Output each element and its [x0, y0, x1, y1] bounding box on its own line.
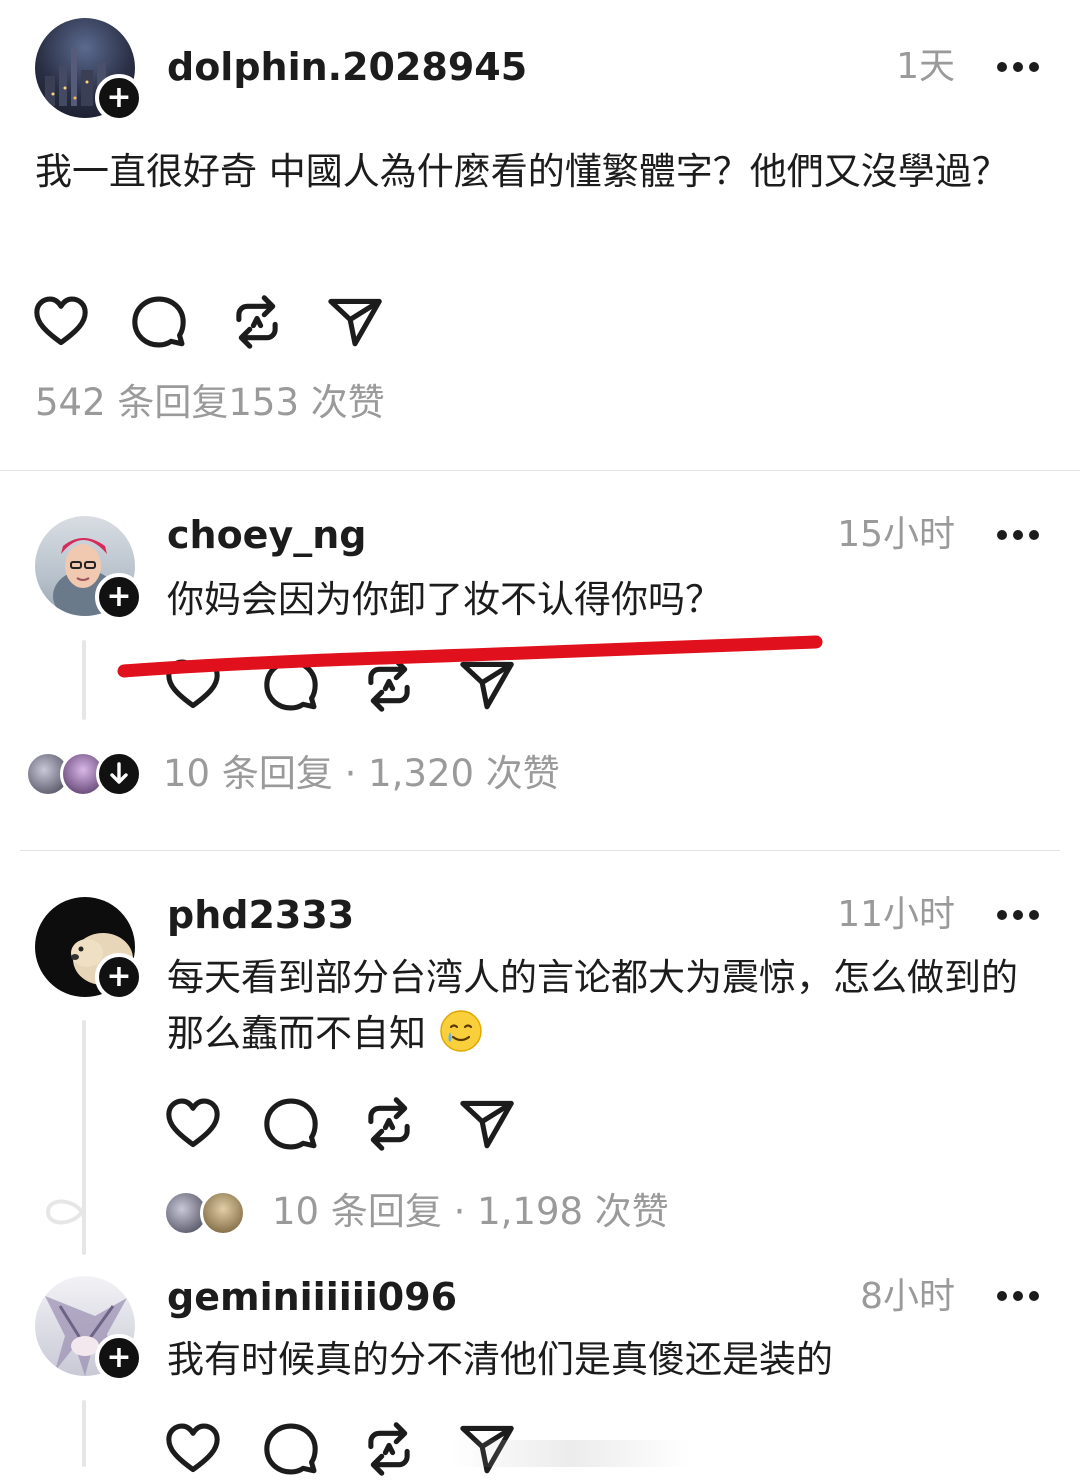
share-icon[interactable]: [458, 1095, 516, 1153]
comment-icon[interactable]: [262, 1420, 320, 1478]
comment-username[interactable]: choey_ng: [167, 512, 366, 558]
comment-time: 11小时: [837, 894, 955, 935]
more-icon[interactable]: [997, 62, 1041, 74]
watermark-blur: [450, 1440, 690, 1467]
post-stats[interactable]: 542 条回复153 次赞: [35, 380, 385, 426]
red-annotation-line: [117, 635, 823, 678]
comment-time: 8小时: [860, 1276, 955, 1317]
comment-icon[interactable]: [130, 293, 188, 351]
emoji-smile-tear: [440, 1010, 482, 1052]
divider: [0, 470, 1080, 471]
comment-time: 15小时: [837, 514, 955, 555]
comment-icon[interactable]: [262, 1095, 320, 1153]
post-username[interactable]: dolphin.2028945: [167, 44, 527, 90]
comment-stats[interactable]: 10 条回复 · 1,198 次赞: [272, 1189, 669, 1235]
post-time: 1天: [896, 46, 955, 87]
thread-line: [82, 640, 86, 720]
follow-plus-icon[interactable]: +: [95, 573, 143, 621]
more-icon[interactable]: [997, 530, 1041, 542]
heart-icon[interactable]: [164, 1095, 222, 1153]
comment-username[interactable]: geminiiiiii096: [167, 1274, 457, 1320]
repost-icon[interactable]: [360, 1420, 418, 1478]
follow-plus-icon[interactable]: +: [95, 953, 143, 1001]
follow-plus-icon[interactable]: +: [95, 74, 143, 122]
repost-icon[interactable]: [228, 293, 286, 351]
comment-username[interactable]: phd2333: [167, 892, 354, 938]
thread-line: [82, 1400, 86, 1467]
comment-stats[interactable]: 10 条回复 · 1,320 次赞: [163, 751, 560, 797]
follow-plus-icon[interactable]: +: [95, 1334, 143, 1382]
divider: [20, 850, 1060, 851]
heart-icon[interactable]: [164, 1420, 222, 1478]
comment-text: 我有时候真的分不清他们是真傻还是装的: [167, 1338, 833, 1381]
heart-icon[interactable]: [32, 293, 90, 351]
post-text: 我一直很好奇 中國人為什麼看的懂繁體字？他們又沒學過？: [35, 150, 1009, 193]
expand-replies-button[interactable]: [96, 751, 142, 797]
repost-icon[interactable]: [360, 1095, 418, 1153]
comment-text-content: 每天看到部分台湾人的言论都大为震惊，怎么做到的那么蠢而不自知: [167, 956, 1018, 1055]
more-icon[interactable]: [997, 1291, 1041, 1303]
arrow-down-icon: [110, 762, 128, 784]
comment-text: 每天看到部分台湾人的言论都大为震惊，怎么做到的那么蠢而不自知: [167, 950, 1037, 1062]
comment-text: 你妈会因为你卸了妆不认得你吗？: [167, 578, 722, 621]
share-icon[interactable]: [326, 293, 384, 351]
more-icon[interactable]: [997, 910, 1041, 922]
replier-avatar: [200, 1190, 246, 1236]
thread-loop-icon: [45, 1199, 84, 1225]
